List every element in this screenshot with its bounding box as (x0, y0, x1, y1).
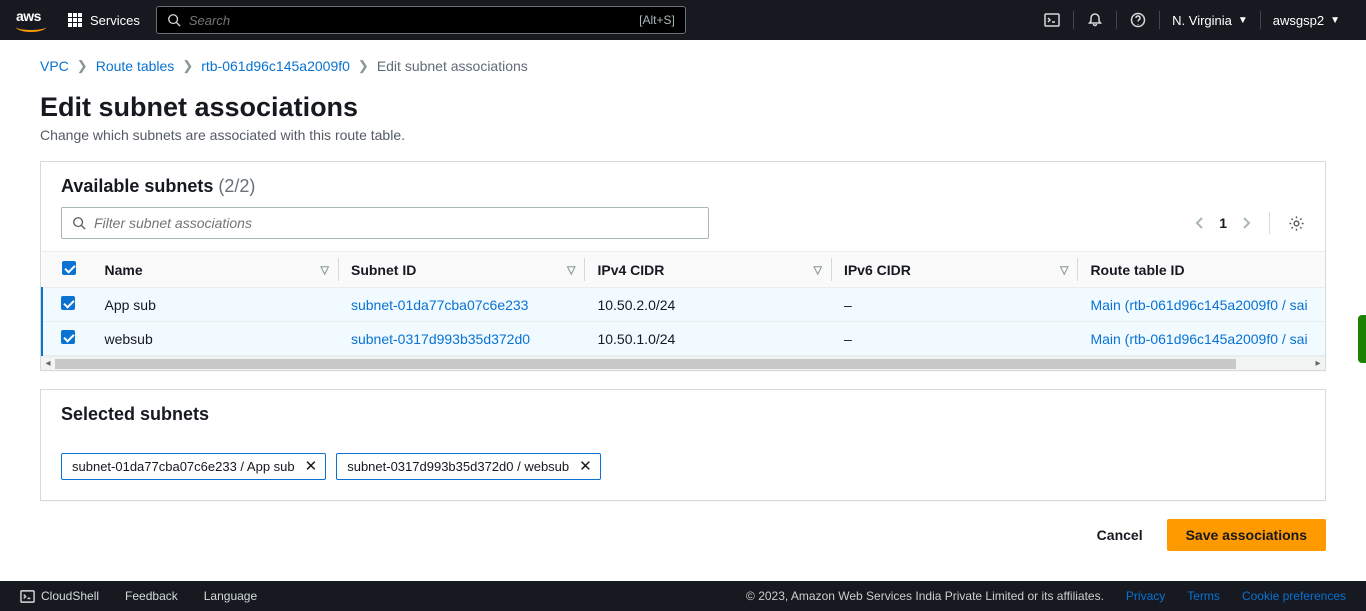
global-header: aws Services [Alt+S] N. Virginia▼ awsgsp… (0, 0, 1366, 40)
col-subnet-id[interactable]: Subnet ID▽ (339, 252, 585, 288)
col-route-table[interactable]: Route table ID (1078, 252, 1325, 288)
settings-gear-icon[interactable] (1288, 215, 1305, 232)
scroll-left-arrow[interactable]: ◂ (41, 357, 55, 371)
page-title: Edit subnet associations (40, 92, 1326, 123)
cookie-link[interactable]: Cookie preferences (1242, 589, 1346, 603)
cell-ipv6: – (832, 288, 1078, 322)
scrollbar-thumb[interactable] (55, 359, 1236, 369)
col-ipv6[interactable]: IPv6 CIDR▽ (832, 252, 1078, 288)
horizontal-scrollbar[interactable]: ◂ ▸ (41, 356, 1325, 370)
sort-icon[interactable]: ▽ (813, 263, 821, 276)
select-all-checkbox[interactable] (62, 261, 76, 275)
selected-chip: subnet-01da77cba07c6e233 / App sub ✕ (61, 453, 326, 480)
pagination: 1 (1195, 212, 1305, 234)
search-icon (167, 13, 181, 27)
page-next-button[interactable] (1241, 216, 1251, 230)
filter-input[interactable] (94, 215, 698, 231)
page-number: 1 (1219, 215, 1227, 231)
chip-label: subnet-0317d993b35d372d0 / websub (347, 459, 569, 474)
sort-icon[interactable]: ▽ (567, 263, 575, 276)
page-prev-button[interactable] (1195, 216, 1205, 230)
form-actions: Cancel Save associations (40, 519, 1326, 551)
sort-icon[interactable]: ▽ (1060, 263, 1068, 276)
available-subnets-panel: Available subnets (2/2) 1 (40, 161, 1326, 371)
search-icon (72, 216, 86, 230)
table-row[interactable]: App sub subnet-01da77cba07c6e233 10.50.2… (42, 288, 1325, 322)
available-subnets-title: Available subnets (2/2) (61, 176, 255, 197)
cell-subnet-id: subnet-0317d993b35d372d0 (339, 322, 585, 356)
cloudshell-icon (20, 589, 35, 604)
selected-chip: subnet-0317d993b35d372d0 / websub ✕ (336, 453, 601, 480)
cell-name: websub (93, 322, 339, 356)
sort-icon[interactable]: ▽ (321, 263, 329, 276)
breadcrumb-route-tables[interactable]: Route tables (96, 58, 175, 74)
account-menu[interactable]: awsgsp2▼ (1263, 13, 1350, 28)
cell-subnet-id: subnet-01da77cba07c6e233 (339, 288, 585, 322)
col-ipv4[interactable]: IPv4 CIDR▽ (585, 252, 831, 288)
services-menu[interactable]: Services (68, 13, 140, 28)
caret-down-icon: ▼ (1238, 15, 1248, 26)
table-row[interactable]: websub subnet-0317d993b35d372d0 10.50.1.… (42, 322, 1325, 356)
global-footer: CloudShell Feedback Language © 2023, Ama… (0, 581, 1366, 611)
breadcrumb-vpc[interactable]: VPC (40, 58, 69, 74)
feedback-side-tab[interactable] (1358, 315, 1366, 363)
cell-ipv6: – (832, 322, 1078, 356)
col-name[interactable]: Name▽ (93, 252, 339, 288)
language-link[interactable]: Language (204, 589, 257, 603)
search-shortcut: [Alt+S] (639, 13, 675, 27)
breadcrumb: VPC ❯ Route tables ❯ rtb-061d96c145a2009… (40, 58, 1326, 74)
services-grid-icon (68, 13, 82, 27)
search-input[interactable] (189, 13, 639, 28)
page-description: Change which subnets are associated with… (40, 127, 1326, 143)
cloudshell-link[interactable]: CloudShell (20, 589, 99, 604)
region-selector[interactable]: N. Virginia▼ (1162, 13, 1258, 28)
scroll-right-arrow[interactable]: ▸ (1311, 357, 1325, 371)
caret-down-icon: ▼ (1330, 15, 1340, 26)
row-checkbox[interactable] (61, 330, 75, 344)
filter-input-wrap[interactable] (61, 207, 709, 239)
privacy-link[interactable]: Privacy (1126, 589, 1165, 603)
search-bar[interactable]: [Alt+S] (156, 6, 686, 34)
notifications-icon[interactable] (1076, 4, 1114, 36)
selected-subnets-title: Selected subnets (61, 404, 209, 425)
help-icon[interactable] (1119, 4, 1157, 36)
feedback-link[interactable]: Feedback (125, 589, 178, 603)
chevron-right-icon: ❯ (77, 58, 88, 74)
cancel-button[interactable]: Cancel (1091, 519, 1149, 551)
cell-ipv4: 10.50.1.0/24 (585, 322, 831, 356)
cell-name: App sub (93, 288, 339, 322)
cell-route-table: Main (rtb-061d96c145a2009f0 / sai (1078, 288, 1325, 322)
services-label: Services (90, 13, 140, 28)
selected-subnets-panel: Selected subnets subnet-01da77cba07c6e23… (40, 389, 1326, 501)
copyright-text: © 2023, Amazon Web Services India Privat… (746, 589, 1104, 603)
cell-ipv4: 10.50.2.0/24 (585, 288, 831, 322)
remove-chip-icon[interactable]: ✕ (579, 459, 592, 474)
cloudshell-header-icon[interactable] (1033, 4, 1071, 36)
select-all-header[interactable] (42, 252, 93, 288)
row-checkbox[interactable] (61, 296, 75, 310)
remove-chip-icon[interactable]: ✕ (305, 459, 318, 474)
available-subnets-count: (2/2) (218, 176, 255, 196)
terms-link[interactable]: Terms (1187, 589, 1220, 603)
chevron-right-icon: ❯ (358, 58, 369, 74)
breadcrumb-current: Edit subnet associations (377, 58, 528, 74)
cell-route-table: Main (rtb-061d96c145a2009f0 / sai (1078, 322, 1325, 356)
subnets-table: Name▽ Subnet ID▽ IPv4 CIDR▽ IPv6 CIDR▽ R… (41, 251, 1325, 356)
chevron-right-icon: ❯ (182, 58, 193, 74)
chip-label: subnet-01da77cba07c6e233 / App sub (72, 459, 295, 474)
save-associations-button[interactable]: Save associations (1167, 519, 1326, 551)
aws-logo[interactable]: aws (16, 8, 46, 32)
breadcrumb-rt-id[interactable]: rtb-061d96c145a2009f0 (201, 58, 350, 74)
